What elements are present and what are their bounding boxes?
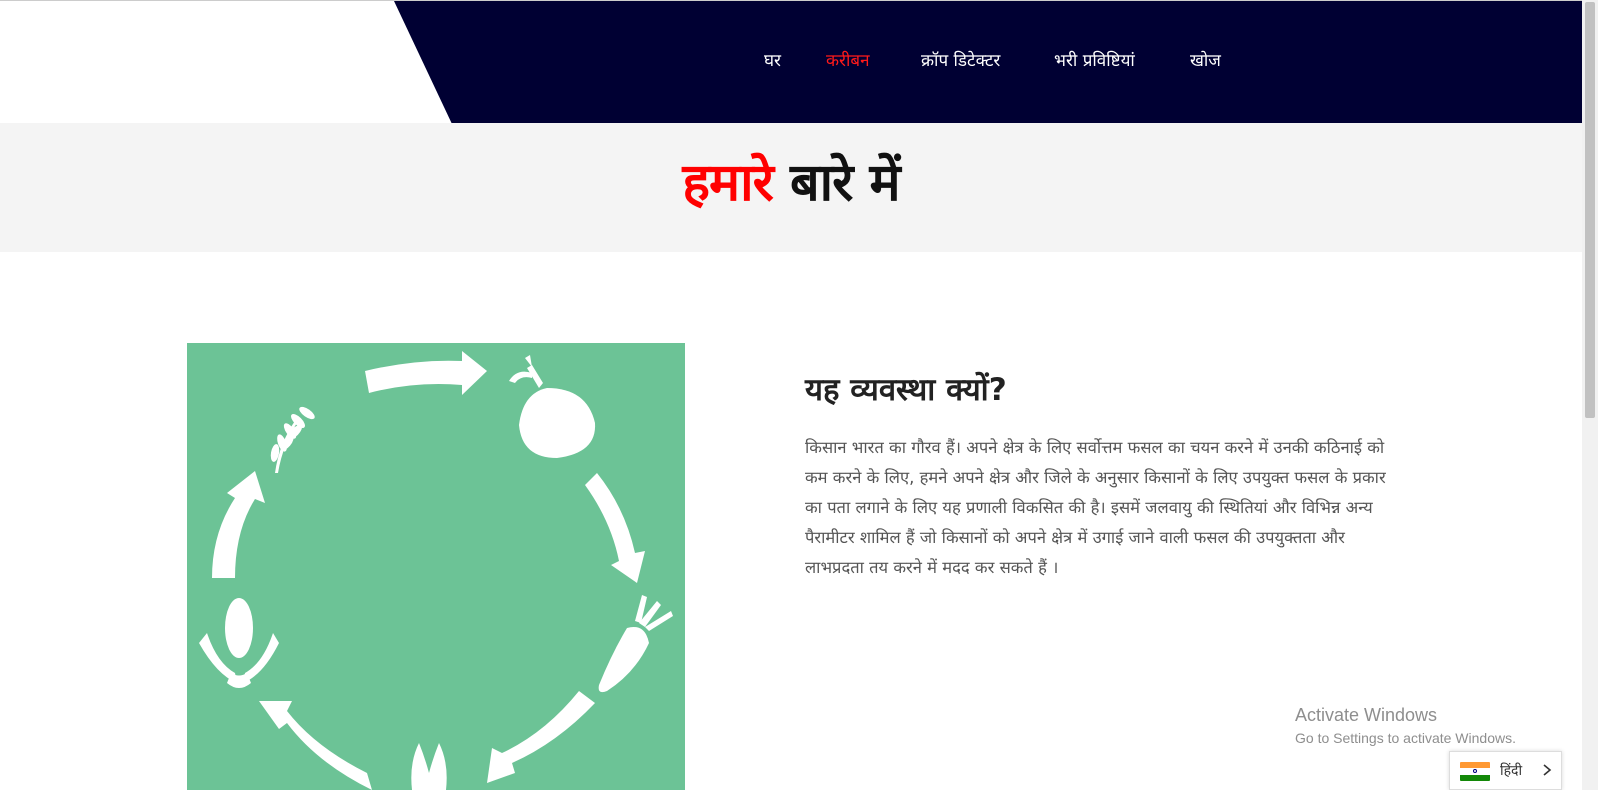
page-scrollbar[interactable]: [1582, 0, 1598, 790]
nav-item-crop-detector[interactable]: क्रॉप डिटेक्टर: [921, 48, 1000, 71]
language-switcher[interactable]: हिंदी: [1449, 751, 1562, 790]
nav-item-about[interactable]: करीबन: [826, 48, 870, 71]
chevron-right-icon: [1543, 764, 1552, 776]
crop-cycle-graphic: [199, 351, 673, 790]
carrot-icon: [598, 595, 673, 693]
page-title: हमारे बारे में: [0, 145, 1582, 216]
india-flag-icon: [1460, 762, 1490, 781]
crop-cycle-illustration: [187, 343, 685, 790]
corn-icon: [199, 598, 279, 688]
cycle-arrow-bottom-right-icon: [487, 691, 595, 783]
cycle-arrow-left-icon: [212, 471, 265, 578]
nav-item-search[interactable]: खोज: [1190, 48, 1221, 71]
page-title-rest: बारे में: [772, 153, 901, 213]
nav-item-filled-entries[interactable]: भरी प्रविष्टियां: [1054, 48, 1135, 71]
page-title-highlight: हमारे: [682, 153, 773, 213]
section-body: किसान भारत का गौरव हैं। अपने क्षेत्र के …: [805, 438, 1386, 577]
onion-icon: [509, 355, 596, 458]
nav-item-home[interactable]: घर: [764, 48, 781, 71]
cycle-arrow-top-icon: [365, 351, 487, 395]
section-title: यह व्यवस्था क्यों?: [805, 372, 1007, 408]
scrollbar-thumb[interactable]: [1585, 2, 1595, 418]
activate-windows-title: Activate Windows: [1295, 705, 1438, 725]
page-hero: हमारे बारे में: [0, 123, 1582, 252]
cycle-arrow-bottom-left-icon: [259, 701, 372, 790]
language-label: हिंदी: [1500, 763, 1523, 779]
cycle-arrow-right-icon: [585, 473, 645, 583]
activate-windows-subtitle: Go to Settings to activate Windows.: [1295, 730, 1516, 746]
site-header: घर करीबन क्रॉप डिटेक्टर भरी प्रविष्टियां…: [0, 0, 1582, 124]
wheat-icon: [270, 406, 315, 473]
header-navy-band: [394, 1, 1582, 124]
seedling-icon: [411, 743, 447, 790]
